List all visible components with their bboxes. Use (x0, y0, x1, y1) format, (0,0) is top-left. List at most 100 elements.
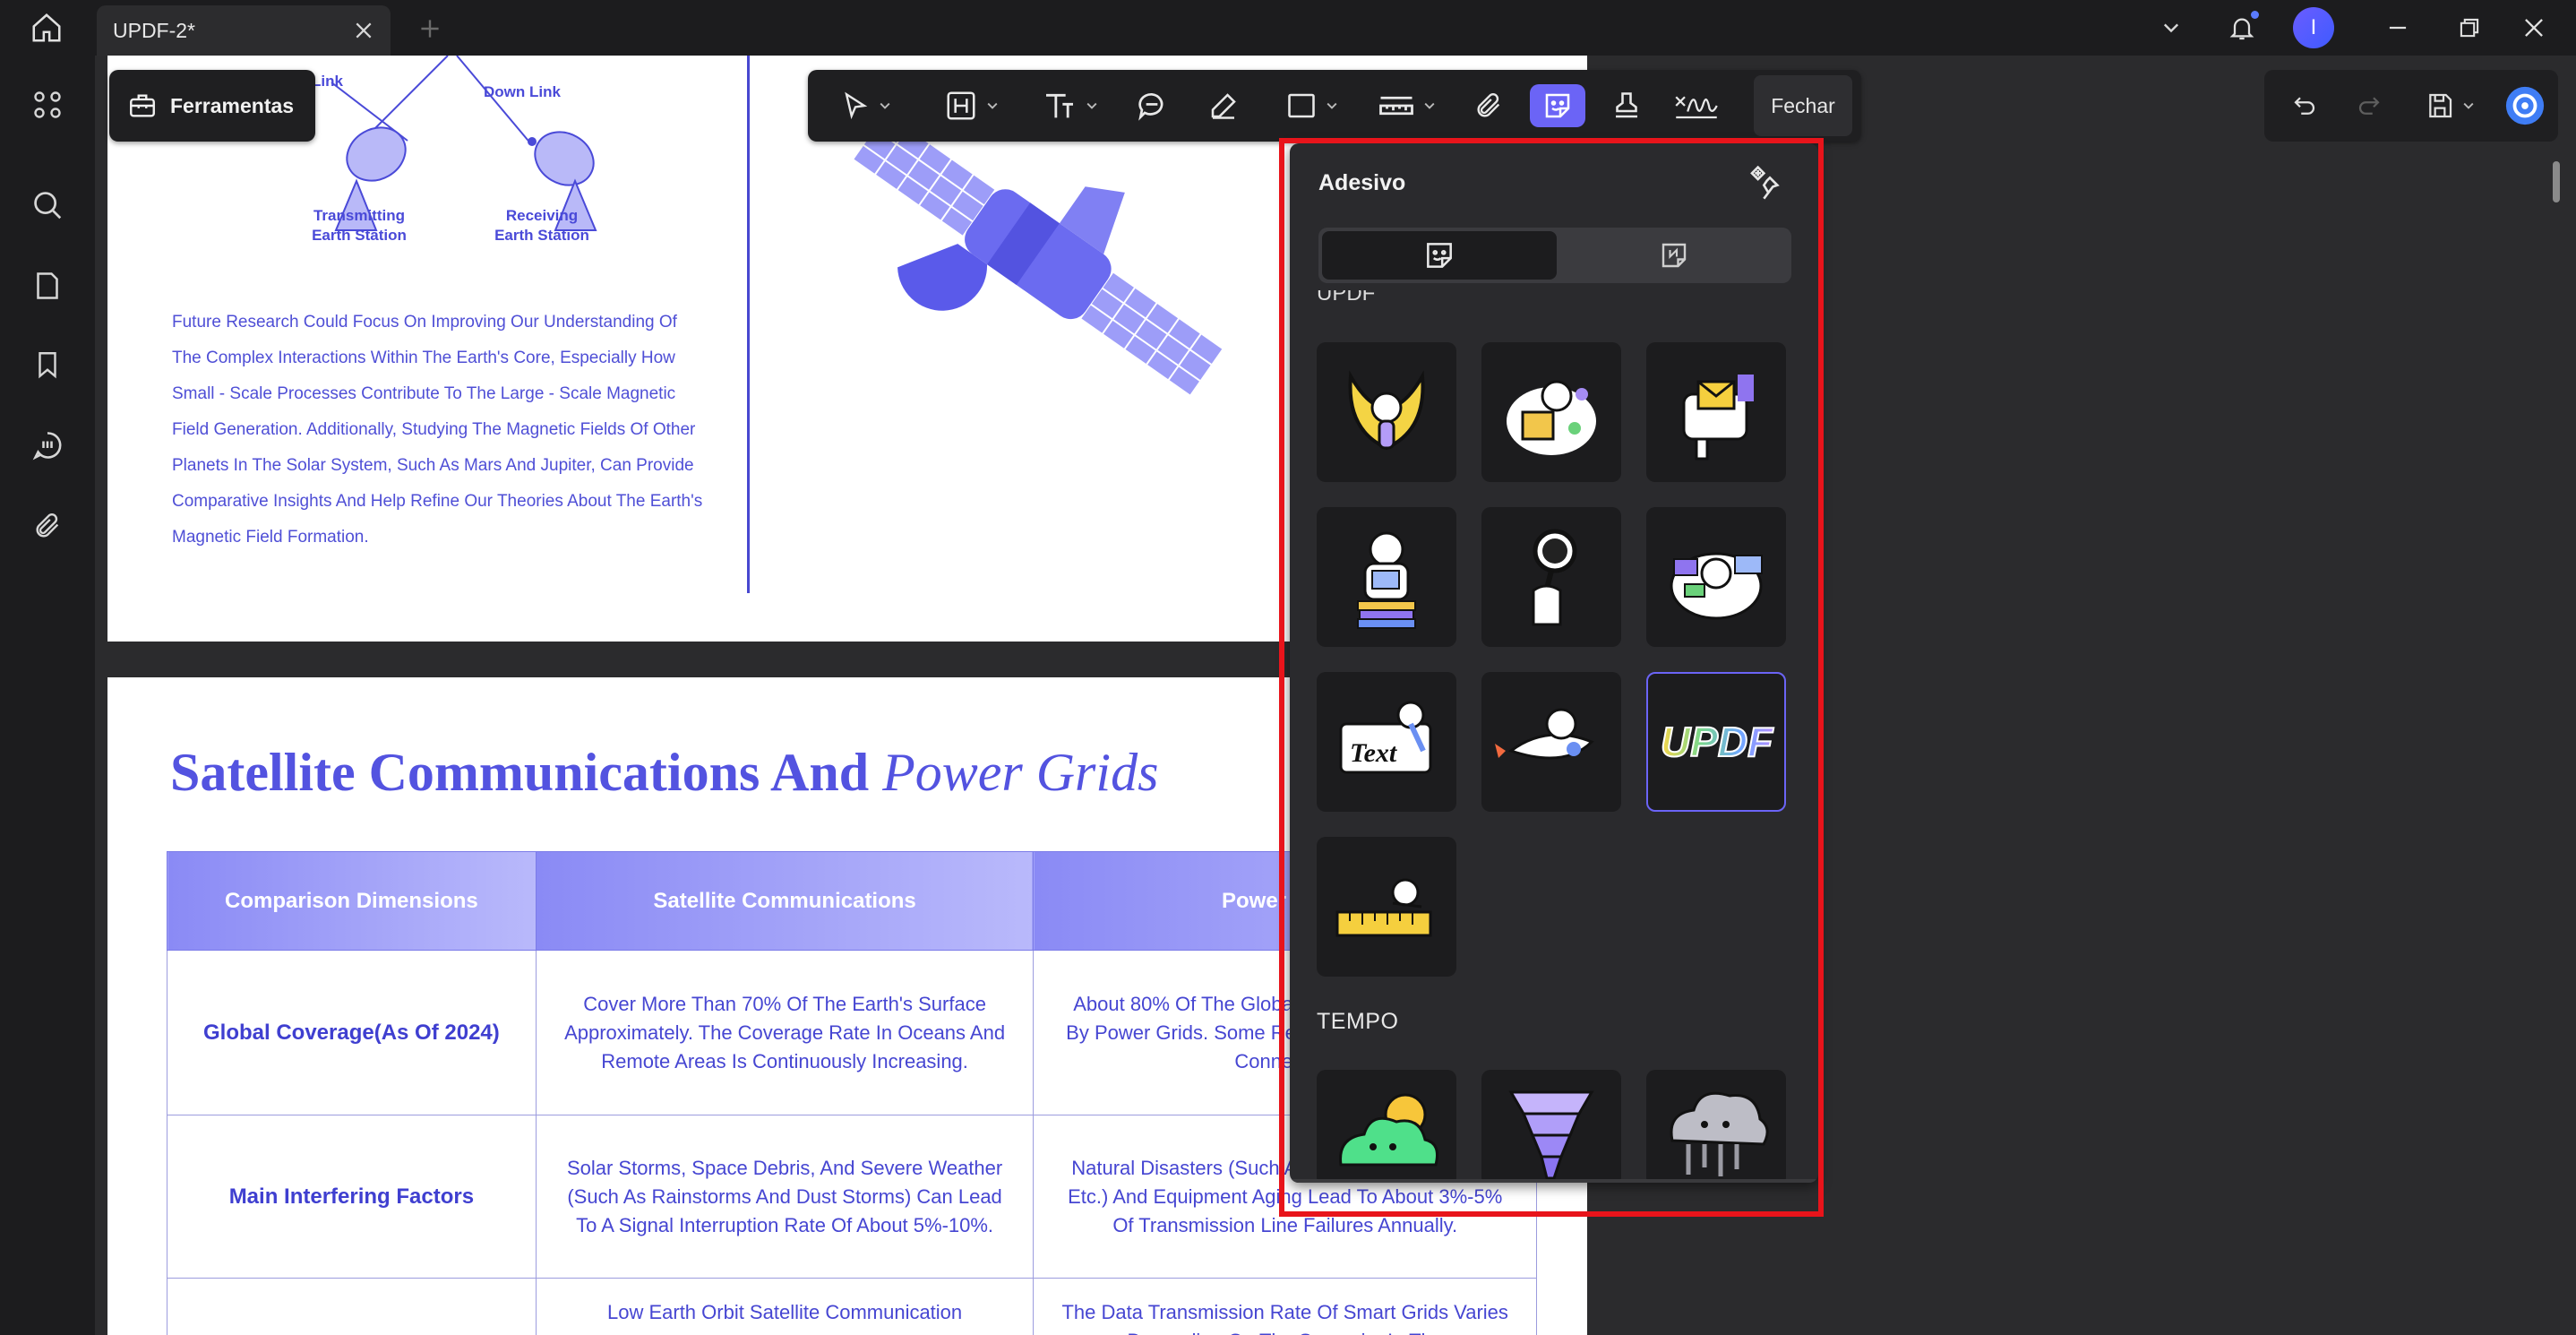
table-header: Comparison Dimensions (167, 851, 537, 951)
left-sidebar (0, 56, 95, 1335)
sticker-icon (1427, 243, 1452, 268)
magnifier-sticker[interactable] (1481, 507, 1621, 647)
pencil-icon (1211, 93, 1236, 119)
tools-button[interactable]: Ferramentas (109, 70, 315, 142)
close-window-icon[interactable] (2513, 7, 2555, 48)
built-in-stickers-tab[interactable] (1322, 231, 1557, 280)
tornado-sticker[interactable] (1481, 1070, 1621, 1183)
close-tab-icon[interactable] (351, 18, 376, 43)
updf-logo-sticker[interactable]: UPDF (1646, 672, 1786, 812)
text-icon (1046, 93, 1073, 118)
section-heading: Satellite Communications And Power Grids (170, 742, 1158, 804)
rocket-ride-sticker[interactable] (1481, 672, 1621, 812)
save-icon[interactable] (2415, 84, 2486, 127)
note-sticker-icon (1662, 243, 1687, 268)
redo-icon[interactable] (2347, 84, 2391, 127)
sticker-panel: Adesivo UPDF Text UPDF TEMPO (1290, 143, 1818, 1183)
chevron-down-icon (1086, 102, 1097, 109)
text-sticker-word: Text (1350, 738, 1398, 768)
research-paragraph: Future Research Could Focus On Improving… (172, 313, 703, 547)
select-tool[interactable] (826, 84, 906, 127)
table-cell: Solar Storms, Space Debris, And Severe W… (535, 1115, 1035, 1279)
signature-tool[interactable] (1668, 84, 1725, 127)
category-label-updf: UPDF (1317, 290, 1376, 305)
custom-stickers-tab[interactable] (1557, 231, 1791, 280)
table-header: Satellite Communications (535, 851, 1035, 951)
table-cell (167, 1278, 537, 1335)
add-pin-icon[interactable] (1743, 163, 1788, 204)
rectangle-icon (1288, 93, 1315, 118)
comment-tool[interactable] (1125, 84, 1179, 127)
bookmark-icon[interactable] (23, 340, 72, 389)
heading-highlight-icon (947, 91, 975, 120)
history-toolbar (2264, 70, 2558, 142)
receiving-station-label: Receiving Earth Station (494, 207, 589, 244)
text-edit-sticker[interactable]: Text (1317, 672, 1456, 812)
chevron-down-icon[interactable] (2153, 7, 2189, 48)
panel-bottom-edge (1290, 1179, 1818, 1183)
attach-file-tool[interactable] (1462, 84, 1516, 127)
annotation-toolbar: Fechar (808, 70, 1861, 142)
toolbox-icon (130, 94, 155, 117)
home-icon[interactable] (25, 9, 68, 47)
cursor-arrow-icon (845, 91, 868, 120)
table-cell: Cover More Than 70% Of The Earth's Surfa… (535, 950, 1035, 1115)
document-tab[interactable]: UPDF-2* (97, 5, 391, 56)
paperclip-icon (1477, 93, 1500, 117)
heading-italic-part: Power Grids (882, 743, 1159, 802)
chevron-down-icon (1327, 102, 1337, 109)
rain-cloud-sticker[interactable] (1646, 1070, 1786, 1183)
stamp-icon (1616, 92, 1637, 118)
sticker-panel-title: Adesivo (1318, 170, 1406, 195)
table-cell: Low Earth Orbit Satellite Communication (535, 1278, 1035, 1335)
sticker-tool[interactable] (1530, 84, 1585, 127)
updf-sticker-word: UPDF (1661, 719, 1774, 765)
avatar-initial: I (2293, 7, 2334, 48)
chevron-down-icon (987, 102, 998, 109)
chevron-down-icon (1424, 102, 1435, 109)
new-tab-icon[interactable] (414, 13, 446, 45)
minimize-icon[interactable] (2377, 7, 2418, 48)
tab-title: UPDF-2* (113, 18, 196, 42)
tools-label: Ferramentas (170, 93, 295, 117)
comment-bubble-icon (1138, 92, 1163, 121)
attachment-icon[interactable] (23, 502, 72, 550)
ruler-measure-icon (1379, 96, 1413, 116)
chevron-down-icon (2463, 102, 2474, 109)
pencil-tool[interactable] (1197, 84, 1250, 127)
ai-assistant-icon[interactable] (2503, 84, 2547, 127)
vertical-scrollbar[interactable] (2553, 161, 2560, 202)
text-tool[interactable] (1030, 84, 1111, 127)
transmitting-station-label: Transmitting Earth Station (312, 207, 407, 244)
sticker-icon (1545, 93, 1570, 118)
measure-tool[interactable] (1367, 84, 1447, 127)
user-avatar[interactable]: I (2293, 7, 2334, 48)
down-link-label: Down Link (484, 83, 561, 100)
signature-icon (1675, 96, 1718, 119)
banana-sticker[interactable] (1317, 342, 1456, 482)
comment-list-icon[interactable] (23, 421, 72, 469)
shape-tool[interactable] (1272, 84, 1352, 127)
ruler-sticker[interactable] (1317, 837, 1456, 977)
undo-icon[interactable] (2282, 84, 2327, 127)
books-sticker[interactable] (1317, 507, 1456, 647)
link-label: Link (312, 73, 343, 90)
table-row: Low Earth Orbit Satellite Communication … (167, 1278, 1537, 1335)
apps-grid-icon[interactable] (23, 81, 72, 129)
email-chat-sticker[interactable] (1646, 507, 1786, 647)
picnic-basket-sticker[interactable] (1481, 342, 1621, 482)
restore-window-icon[interactable] (2449, 7, 2490, 48)
chevron-down-icon (880, 102, 890, 109)
table-cell: Global Coverage(As Of 2024) (167, 950, 537, 1115)
search-icon[interactable] (23, 181, 72, 229)
mailbox-sticker[interactable] (1646, 342, 1786, 482)
highlight-tool[interactable] (932, 84, 1012, 127)
table-cell: The Data Transmission Rate Of Smart Grid… (1033, 1278, 1537, 1335)
page-thumbnail-icon[interactable] (23, 262, 72, 310)
notification-bell-icon[interactable] (2221, 7, 2263, 48)
sun-cloud-sticker[interactable] (1317, 1070, 1456, 1183)
close-toolbar-button[interactable]: Fechar (1754, 75, 1852, 136)
stamp-tool[interactable] (1600, 84, 1653, 127)
table-cell: Main Interfering Factors (167, 1115, 537, 1279)
notification-dot (2251, 11, 2259, 19)
